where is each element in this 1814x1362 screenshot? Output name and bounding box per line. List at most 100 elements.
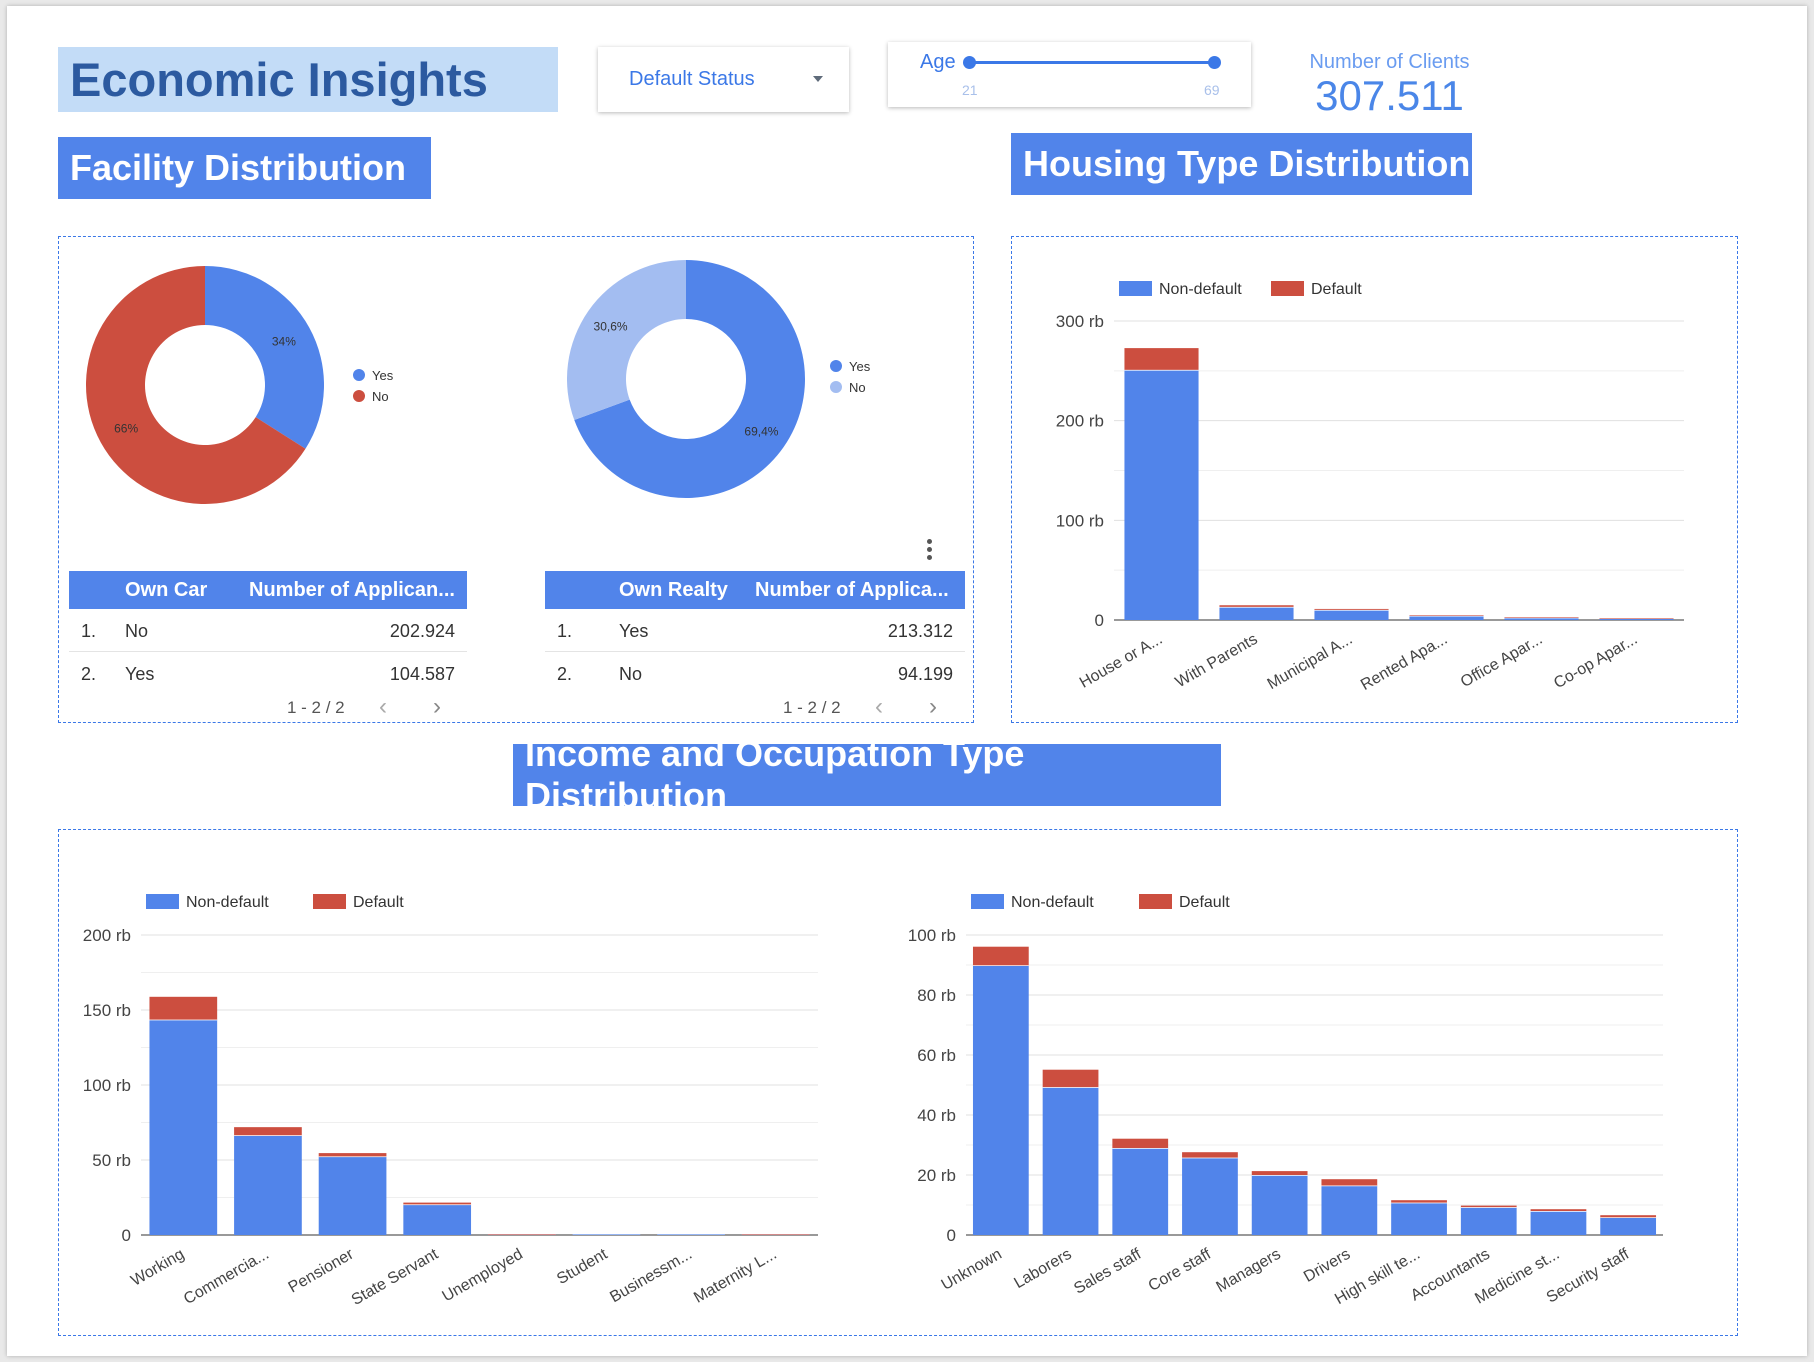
slice-label: 66% <box>114 421 138 435</box>
bar-nondefault <box>318 1156 387 1235</box>
table-row: 1. No 202.924 <box>69 609 467 652</box>
occupation-bar-chart: 0 20 rb 40 rb 60 rb 80 rb 100 rb Unknown Labore… <box>908 894 1663 1308</box>
table-pager: 1 - 2 / 2 ‹ › <box>69 693 467 725</box>
default-status-label: Default Status <box>629 68 755 90</box>
row-index: 2. <box>557 664 573 684</box>
row-label: No <box>125 621 149 641</box>
y-tick-label: 40 rb <box>917 1106 956 1125</box>
x-tick-label: Unknown <box>939 1246 1005 1294</box>
bar-nondefault <box>572 1234 641 1235</box>
row-label: No <box>619 664 643 684</box>
bar-nondefault <box>1251 1175 1308 1235</box>
bar-nondefault <box>972 965 1029 1235</box>
age-max-handle[interactable] <box>1208 56 1221 69</box>
y-tick-label: 20 rb <box>917 1166 956 1185</box>
bar-default <box>1600 1215 1657 1218</box>
kpi-label: Number of Clients <box>1309 51 1470 73</box>
x-tick-label: Businessm... <box>607 1246 695 1307</box>
legend-label-nondefault: Non-default <box>1011 894 1094 911</box>
bar-default <box>1112 1138 1169 1148</box>
x-tick-label: With Parents <box>1173 631 1261 692</box>
bar-nondefault <box>149 1019 218 1235</box>
bar-default <box>1321 1179 1378 1186</box>
own-realty-table: Own Realty Number of Applica... 1. Yes 2… <box>545 571 965 725</box>
income-occupation-panel: 0 50 rb 100 rb 150 rb 200 rb Working Commercia… <box>58 829 1738 1336</box>
row-index: 2. <box>81 664 97 684</box>
table-row: 2. Yes 104.587 <box>69 652 467 695</box>
bar-default <box>1530 1209 1587 1211</box>
x-tick-label: Core staff <box>1146 1245 1215 1295</box>
y-tick-label: 0 <box>122 1226 131 1245</box>
column-header-own-car[interactable]: Own Car <box>125 579 207 602</box>
next-page-icon[interactable]: › <box>433 693 441 721</box>
bar-default <box>1314 608 1389 610</box>
bar-nondefault <box>1219 606 1294 620</box>
kpi-value: 307.511 <box>1315 72 1464 119</box>
age-min-handle[interactable] <box>963 56 976 69</box>
legend-label-nondefault: Non-default <box>186 894 269 911</box>
legend-swatch-no <box>353 390 365 402</box>
row-value: 104.587 <box>389 664 455 684</box>
pager-text: 1 - 2 / 2 <box>783 698 841 717</box>
table-row: 2. No 94.199 <box>545 652 965 695</box>
own-car-table: Own Car Number of Applican... 1. No 202.… <box>69 571 467 725</box>
bar-nondefault <box>1124 369 1199 620</box>
prev-page-icon[interactable]: ‹ <box>875 693 883 721</box>
bar-default <box>487 1234 556 1235</box>
x-tick-label: Unemployed <box>440 1246 526 1306</box>
x-tick-label: Working <box>128 1246 187 1290</box>
x-tick-label: Drivers <box>1301 1246 1353 1286</box>
next-page-icon[interactable]: › <box>929 693 937 721</box>
bar-nondefault <box>1600 1217 1657 1235</box>
y-tick-label: 80 rb <box>917 986 956 1005</box>
x-tick-label: Managers <box>1214 1246 1284 1296</box>
x-tick-label: Pensioner <box>286 1245 357 1296</box>
dashboard-page: Economic Insights Default Status Age 21 … <box>7 6 1807 1356</box>
y-tick-label: 150 rb <box>83 1001 131 1020</box>
chevron-down-icon <box>813 76 823 82</box>
legend-swatch-yes <box>830 360 842 372</box>
x-tick-label: Co-op Apar... <box>1551 631 1640 692</box>
column-header-own-realty[interactable]: Own Realty <box>619 579 728 602</box>
bar-nondefault <box>1182 1157 1238 1235</box>
table-header: Own Car Number of Applican... <box>69 571 467 609</box>
y-tick-label: 200 rb <box>83 926 131 945</box>
bar-nondefault <box>1321 1185 1378 1235</box>
row-label: Yes <box>125 664 155 684</box>
legend-label-yes: Yes <box>372 368 394 383</box>
bar-nondefault <box>1599 619 1674 620</box>
x-tick-label: Commercia... <box>181 1246 272 1308</box>
age-slider-track <box>969 61 1215 64</box>
column-header-applicants[interactable]: Number of Applican... <box>249 579 455 602</box>
table-pager: 1 - 2 / 2 ‹ › <box>545 693 965 725</box>
legend-swatch-nondefault <box>146 894 179 909</box>
bar-default <box>1460 1205 1517 1208</box>
age-label: Age <box>920 51 956 73</box>
default-status-dropdown[interactable]: Default Status <box>598 47 849 112</box>
y-tick-label: 300 rb <box>1056 312 1104 331</box>
legend-swatch-default <box>1139 894 1172 909</box>
row-label: Yes <box>619 621 649 641</box>
column-header-applicants[interactable]: Number of Applica... <box>755 579 949 602</box>
legend-label-nondefault: Non-default <box>1159 281 1242 298</box>
bar-nondefault <box>1530 1211 1587 1235</box>
bar-default <box>403 1202 472 1205</box>
more-options-icon[interactable] <box>927 539 933 561</box>
bar-default <box>234 1127 302 1136</box>
bar-default <box>1042 1069 1099 1088</box>
legend-label-no: No <box>372 389 389 404</box>
bar-default <box>1182 1152 1238 1158</box>
slice-label: 69,4% <box>744 425 778 439</box>
bar-nondefault <box>1042 1087 1099 1235</box>
housing-bar-chart: 0 100 rb 200 rb 300 rb House or A... With Par… <box>1056 281 1684 694</box>
age-min-value: 21 <box>962 82 978 98</box>
y-tick-label: 60 rb <box>917 1046 956 1065</box>
x-tick-label: Rented Apa... <box>1358 631 1450 694</box>
bar-nondefault <box>1112 1148 1169 1235</box>
bar-default <box>972 946 1029 966</box>
table-header: Own Realty Number of Applica... <box>545 571 965 609</box>
prev-page-icon[interactable]: ‹ <box>379 693 387 721</box>
bar-default <box>1391 1200 1447 1203</box>
bar-default <box>1409 615 1484 616</box>
x-tick-label: State Servant <box>349 1245 442 1308</box>
